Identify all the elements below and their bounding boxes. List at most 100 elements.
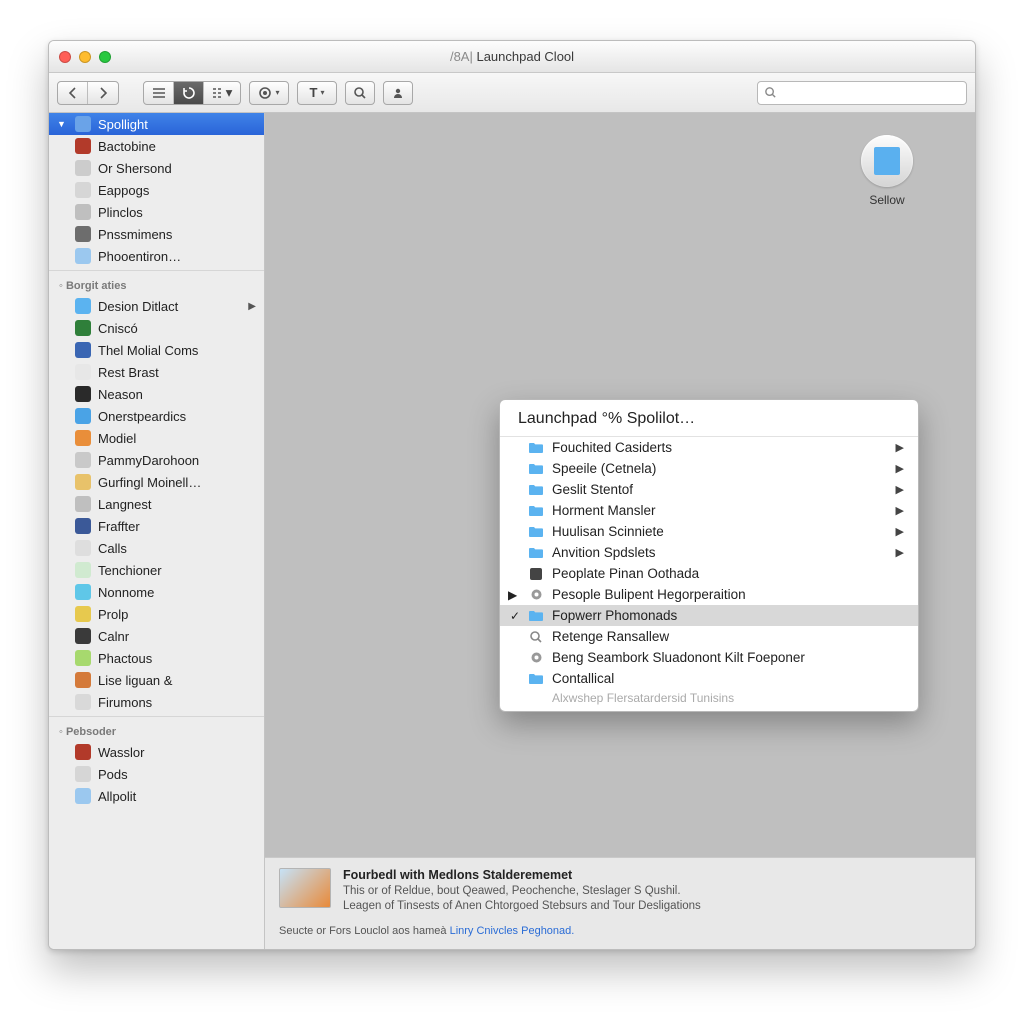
sidebar-item[interactable]: PammyDarohoon [49,449,264,471]
menu-item[interactable]: Huulisan Scinniete▶ [500,521,918,542]
menu-item[interactable]: Anvition Spdslets▶ [500,542,918,563]
sidebar-item[interactable]: Phactous [49,647,264,669]
sidebar-item-label: Bactobine [98,139,156,154]
sidebar-item[interactable]: Wasslor [49,741,264,763]
view-list-button[interactable] [144,82,174,104]
sidebar-item[interactable]: Fraffter [49,515,264,537]
sidebar-item[interactable]: Thel Molial Coms [49,339,264,361]
sidebar-item-icon [75,518,91,534]
info-footer: Fourbedl with Medlons Stalderememet This… [265,857,975,949]
sidebar-item[interactable]: Firumons [49,691,264,713]
sidebar-item[interactable]: Calnr [49,625,264,647]
user-button[interactable] [383,81,413,105]
menu-item[interactable]: Horment Mansler▶ [500,500,918,521]
folder-icon [528,441,544,455]
menu-item-label: Contallical [552,671,614,686]
sidebar-item[interactable]: Cniscó [49,317,264,339]
sidebar-item-icon [75,320,91,336]
sidebar-item-label: Langnest [98,497,152,512]
content-area: Sellow Launchpad °% Spolilot… Fouchited … [265,113,975,949]
sidebar-item-label: Pnssmimens [98,227,172,242]
sidebar-item-label: Tenchioner [98,563,162,578]
sidebar-item-label: Thel Molial Coms [98,343,198,358]
sidebar-item-icon [75,138,91,154]
forward-button[interactable] [88,82,118,104]
sidebar-item[interactable]: ▼Spollight [49,113,264,135]
menu-item[interactable]: Beng Seambork Sluadonont Kilt Foeponer [500,647,918,668]
menu-item[interactable]: Contallical [500,668,918,689]
sidebar-item[interactable]: Calls [49,537,264,559]
app-icon [528,567,544,581]
menu-item[interactable]: Peoplate Pinan Oothada [500,563,918,584]
sidebar-item-icon [75,408,91,424]
search-field[interactable] [757,81,967,105]
footer-link[interactable]: Linry Cnivcles Peghonad. [450,925,575,937]
search-input[interactable] [782,86,960,100]
sidebar-item-label: Phooentiron… [98,249,181,264]
search-icon [528,630,544,644]
search-tool-button[interactable] [345,81,375,105]
sidebar-item[interactable]: Bactobine [49,135,264,157]
folder-icon [528,483,544,497]
folder-icon [528,525,544,539]
sidebar-item-icon [75,160,91,176]
sidebar-item[interactable]: Tenchioner [49,559,264,581]
view-refresh-button[interactable] [174,82,204,104]
sidebar-item[interactable]: Pnssmimens [49,223,264,245]
folder-icon [528,504,544,518]
sidebar-item[interactable]: Phooentiron… [49,245,264,267]
minimize-button[interactable] [79,51,91,63]
folder-icon [528,462,544,476]
chevron-down-icon: ▼ [57,119,66,129]
menu-item[interactable]: Geslit Stentof▶ [500,479,918,500]
chevron-right-icon: ▶ [896,546,904,559]
sidebar-item[interactable]: Eappogs [49,179,264,201]
menu-item[interactable]: ▶Pesople Bulipent Hegorperaition [500,584,918,605]
sidebar-item[interactable]: Gurfingl Moinell… [49,471,264,493]
menu-item[interactable]: ✓Fopwerr Phomonads [500,605,918,626]
item-icon [528,691,544,705]
menu-item[interactable]: Speeile (Cetnela)▶ [500,458,918,479]
sidebar-item-label: Modiel [98,431,136,446]
sidebar-item[interactable]: Desion Ditlact▶ [49,295,264,317]
sidebar-item-icon [75,386,91,402]
sidebar-item-label: Pods [98,767,128,782]
menu-item-label: Fopwerr Phomonads [552,608,677,623]
close-button[interactable] [59,51,71,63]
sidebar-item[interactable]: Allpolit [49,785,264,807]
action-button[interactable]: ▾ [249,81,289,105]
sidebar-item[interactable]: Pods [49,763,264,785]
sidebar-item-label: Prolp [98,607,128,622]
sidebar-item-label: Gurfingl Moinell… [98,475,201,490]
menu-item-label: Speeile (Cetnela) [552,461,656,476]
sidebar-item[interactable]: Nonnome [49,581,264,603]
menu-item[interactable]: Fouchited Casiderts▶ [500,437,918,458]
sidebar-item[interactable]: Plinclos [49,201,264,223]
sidebar-item[interactable]: Prolp [49,603,264,625]
sidebar-item-icon [75,226,91,242]
view-columns-button[interactable]: ▾ [204,82,240,104]
sidebar-item-icon [75,788,91,804]
chevron-right-icon: ▶ [896,525,904,538]
text-button[interactable]: T ▾ [297,81,337,105]
sidebar-item-label: Nonnome [98,585,154,600]
gear-icon [528,588,544,602]
back-button[interactable] [58,82,88,104]
sidebar-item-icon [75,116,91,132]
sidebar-item[interactable]: Langnest [49,493,264,515]
zoom-button[interactable] [99,51,111,63]
sidebar-item-icon [75,430,91,446]
sidebar-item-icon [75,766,91,782]
sidebar-item-icon [75,584,91,600]
sidebar-item[interactable]: Or Shersond [49,157,264,179]
menu-item-label: Fouchited Casiderts [552,440,672,455]
sidebar-item[interactable]: Modiel [49,427,264,449]
sidebar-item[interactable]: Lise liguan & [49,669,264,691]
menu-item[interactable]: Retenge Ransallew [500,626,918,647]
sidebar-item-label: Fraffter [98,519,140,534]
sidebar-item-label: Calls [98,541,127,556]
sidebar-item[interactable]: Onerstpeardics [49,405,264,427]
sidebar-item[interactable]: Neason [49,383,264,405]
sidebar-item[interactable]: Rest Brast [49,361,264,383]
app-item-sellow[interactable]: Sellow [847,135,927,207]
